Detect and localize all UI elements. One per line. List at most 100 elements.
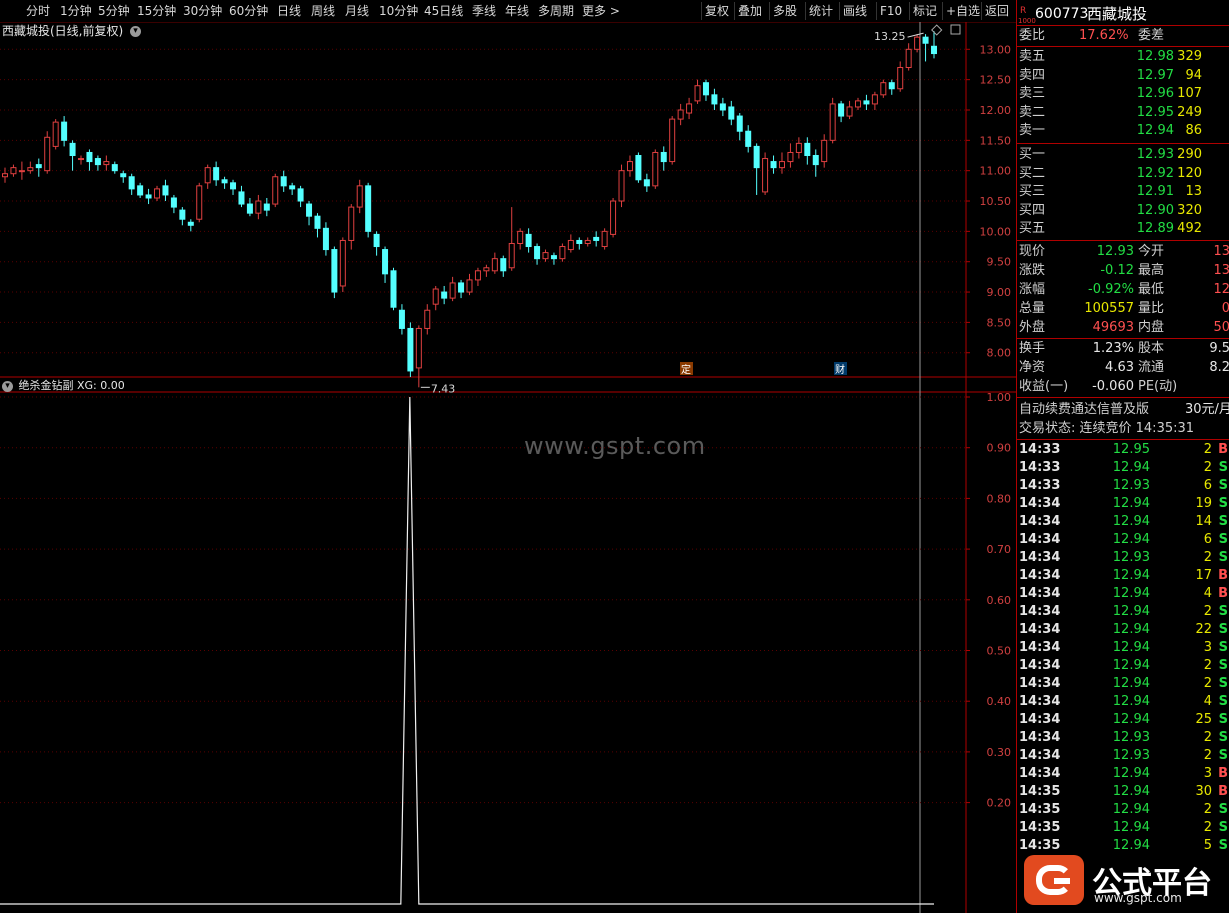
tick-row: 14:34 12.94 3 S (1017, 639, 1229, 657)
candle (466, 279, 473, 293)
candle (660, 151, 667, 163)
bid-row[interactable]: 买五 12.89 492 (1017, 220, 1229, 238)
tick-side: S (1218, 676, 1228, 691)
period-5[interactable]: 60分钟 (229, 3, 268, 19)
period-14[interactable]: 更多 > (582, 3, 620, 19)
action-button-4[interactable]: 画线 (843, 3, 867, 19)
candle (931, 45, 937, 55)
action-button-0[interactable]: 复权 (705, 3, 729, 19)
stat-label: 量比 (1138, 301, 1165, 316)
candle (145, 194, 152, 199)
bid-row[interactable]: 买四 12.90 320 (1017, 202, 1229, 220)
candle (111, 164, 118, 172)
indicator-tick-label: 0.70 (987, 543, 1012, 556)
tick-row: 14:34 12.93 2 S (1017, 549, 1229, 567)
ask-row[interactable]: 卖五 12.98 329 (1017, 48, 1229, 66)
ask-volume: 249 (1177, 104, 1202, 120)
candle (770, 161, 777, 169)
stat-label: 内盘 (1138, 320, 1165, 335)
tick-volume: 3 (1203, 766, 1212, 781)
candle (348, 206, 355, 241)
period-1[interactable]: 1分钟 (60, 3, 92, 19)
action-button-5[interactable]: F10 (880, 3, 902, 19)
period-7[interactable]: 周线 (311, 3, 335, 19)
bid-label: 买二 (1019, 165, 1046, 181)
action-button-3[interactable]: 统计 (809, 3, 833, 19)
action-button-7[interactable]: +自选 (946, 3, 980, 19)
period-3[interactable]: 15分钟 (137, 3, 176, 19)
chevron-down-icon[interactable]: ▾ (130, 26, 142, 37)
bid-row[interactable]: 买三 12.91 13 (1017, 183, 1229, 201)
tick-volume: 2 (1203, 820, 1212, 835)
tick-time: 14:34 (1019, 622, 1061, 637)
tick-row: 14:34 12.94 17 B (1017, 567, 1229, 585)
period-6[interactable]: 日线 (277, 3, 301, 19)
bid-row[interactable]: 买二 12.92 120 (1017, 165, 1229, 183)
ask-price: 12.94 (1136, 123, 1174, 138)
candle (576, 239, 583, 244)
candle (297, 188, 304, 202)
candle (35, 164, 42, 169)
candle (204, 167, 211, 184)
ask-row[interactable]: 卖二 12.95 249 (1017, 104, 1229, 122)
period-12[interactable]: 年线 (505, 3, 529, 19)
tick-price: 12.94 (1112, 766, 1150, 781)
tick-price: 12.94 (1112, 640, 1150, 655)
period-0[interactable]: 分时 (26, 3, 50, 19)
action-button-8[interactable]: 返回 (985, 3, 1009, 19)
stat-value: -0.060 (1092, 379, 1134, 394)
candle (914, 36, 921, 50)
period-4[interactable]: 30分钟 (183, 3, 222, 19)
tick-row: 14:34 12.94 25 S (1017, 711, 1229, 729)
candle (331, 249, 338, 293)
stat-row: 外盘 49693 内盘 50 (1017, 319, 1229, 337)
promo-row[interactable]: 自动续费通达信普及版 30元/月 (1017, 401, 1229, 419)
chevron-down-icon[interactable]: ▾ (2, 380, 13, 392)
stock-code: 600773 (1035, 6, 1089, 22)
period-2[interactable]: 5分钟 (98, 3, 130, 19)
tick-volume: 2 (1203, 442, 1212, 457)
candle (154, 188, 161, 199)
tick-volume: 17 (1195, 568, 1212, 583)
period-10[interactable]: 45日线 (424, 3, 463, 19)
ask-row[interactable]: 卖四 12.97 94 (1017, 67, 1229, 85)
action-button-2[interactable]: 多股 (773, 3, 797, 19)
trade-status-row: 交易状态: 连续竞价 14:35:31 (1017, 420, 1229, 438)
tick-volume: 6 (1203, 532, 1212, 547)
period-11[interactable]: 季线 (472, 3, 496, 19)
diamond-icon (931, 24, 943, 36)
y-tick-label: 8.50 (987, 316, 1012, 329)
candle (255, 200, 262, 214)
period-8[interactable]: 月线 (345, 3, 369, 19)
candle (652, 151, 659, 187)
tick-price: 12.94 (1112, 838, 1150, 853)
tick-volume: 2 (1203, 550, 1212, 565)
tick-time: 14:34 (1019, 712, 1061, 727)
bid-price: 12.91 (1136, 184, 1174, 199)
tick-volume: 6 (1203, 478, 1212, 493)
candle (407, 327, 414, 372)
tick-volume: 2 (1203, 730, 1212, 745)
indicator-tick-label: 0.30 (987, 746, 1012, 759)
tick-row: 14:35 12.94 2 S (1017, 801, 1229, 819)
kline-chart[interactable]: 13.00 12.50 12.00 11.50 11.00 10.50 10.00 9.50 9… (0, 22, 1016, 913)
tick-price: 12.94 (1112, 460, 1150, 475)
tick-row: 14:34 12.94 22 S (1017, 621, 1229, 639)
ask-row[interactable]: 卖一 12.94 86 (1017, 122, 1229, 140)
tick-time: 14:34 (1019, 532, 1061, 547)
tick-price: 12.94 (1112, 712, 1150, 727)
tick-side: S (1218, 496, 1228, 511)
action-button-1[interactable]: 叠加 (738, 3, 762, 19)
period-9[interactable]: 10分钟 (379, 3, 418, 19)
bid-label: 买四 (1019, 202, 1046, 218)
ask-row[interactable]: 卖三 12.96 107 (1017, 85, 1229, 103)
period-13[interactable]: 多周期 (538, 3, 574, 19)
candle (854, 100, 861, 108)
bid-row[interactable]: 买一 12.93 290 (1017, 146, 1229, 164)
action-button-6[interactable]: 标记 (913, 3, 937, 19)
tick-row: 14:34 12.94 3 B (1017, 765, 1229, 783)
tick-price: 12.94 (1112, 622, 1150, 637)
ask-label: 卖五 (1019, 49, 1046, 64)
bid-volume: 290 (1177, 147, 1202, 162)
candle (601, 230, 608, 248)
